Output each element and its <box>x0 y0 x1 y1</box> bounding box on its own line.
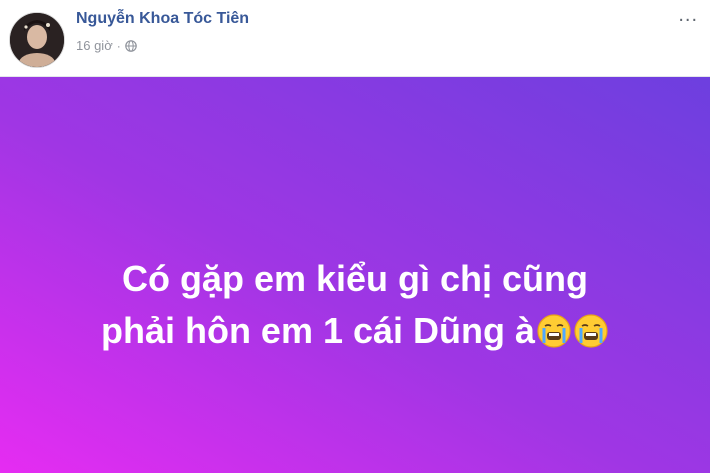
post-header: Nguyễn Khoa Tóc Tiên 16 giờ · ... <box>0 0 710 77</box>
post-meta: 16 giờ · <box>76 38 137 53</box>
post-background: Có gặp em kiểu gì chị cũng phải hôn em 1… <box>0 77 710 473</box>
post-text: Có gặp em kiểu gì chị cũng phải hôn em 1… <box>35 253 675 357</box>
crying-face-icon <box>574 314 608 348</box>
meta-separator: · <box>116 38 121 53</box>
more-options-icon[interactable]: ... <box>678 4 698 27</box>
profile-photo <box>10 13 64 67</box>
post-text-line-2-text: phải hôn em 1 cái Dũng à <box>100 310 536 351</box>
globe-icon[interactable] <box>124 39 137 52</box>
timestamp[interactable]: 16 giờ <box>76 38 113 53</box>
post-text-line-2: phải hôn em 1 cái Dũng à <box>35 305 675 357</box>
avatar[interactable] <box>9 12 65 68</box>
crying-face-icon <box>537 314 571 348</box>
post-text-line-1: Có gặp em kiểu gì chị cũng <box>121 258 589 299</box>
author-name[interactable]: Nguyễn Khoa Tóc Tiên <box>76 10 249 28</box>
